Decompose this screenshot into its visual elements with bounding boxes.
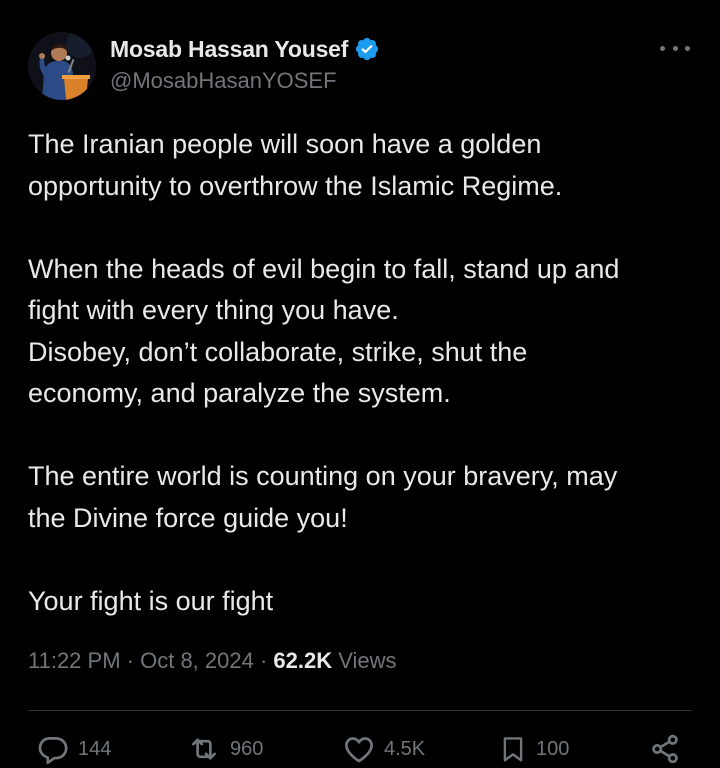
author-handle[interactable]: @MosabHasanYOSEF xyxy=(110,68,337,94)
repost-button[interactable]: 960 xyxy=(186,732,263,766)
tweet-meta: 11:22 PM · Oct 8, 2024 · 62.2K Views xyxy=(28,648,397,674)
tweet-detail: Mosab Hassan Yousef @MosabHasanYOSEF The… xyxy=(0,0,720,768)
author-avatar[interactable] xyxy=(28,32,96,100)
tweet-line: Disobey, don’t collaborate, strike, shut… xyxy=(28,336,528,367)
tweet-line: the Divine force guide you! xyxy=(28,502,348,533)
action-bar: 144 960 4.5K 100 xyxy=(0,728,720,768)
meta-separator: · xyxy=(253,648,274,673)
tweet-time[interactable]: 11:22 PM xyxy=(28,648,121,673)
meta-separator: · xyxy=(120,648,141,673)
tweet-text: The Iranian people will soon have a gold… xyxy=(28,124,698,622)
bookmark-icon xyxy=(503,737,523,762)
divider xyxy=(28,710,692,711)
share-icon xyxy=(652,734,678,764)
tweet-line: When the heads of evil begin to fall, st… xyxy=(28,253,620,284)
repost-icon xyxy=(192,738,216,760)
more-options-icon[interactable] xyxy=(660,34,690,62)
bookmark-count: 100 xyxy=(536,737,570,760)
reply-button[interactable]: 144 xyxy=(36,732,111,766)
verified-badge-icon[interactable] xyxy=(354,36,380,62)
tweet-line: economy, and paralyze the system. xyxy=(28,378,451,408)
tweet-date[interactable]: Oct 8, 2024 xyxy=(140,648,254,673)
share-button[interactable] xyxy=(648,732,682,766)
heart-icon xyxy=(345,737,373,763)
views-count[interactable]: 62.2K xyxy=(273,648,332,673)
views-label: Views xyxy=(332,648,397,673)
reply-icon xyxy=(38,737,68,765)
repost-count: 960 xyxy=(230,737,264,760)
reply-count: 144 xyxy=(78,737,112,760)
tweet-line: Your fight is our fight xyxy=(28,585,274,616)
like-count: 4.5K xyxy=(384,737,426,760)
bookmark-button[interactable]: 100 xyxy=(498,732,569,766)
speaker-at-podium-avatar-icon xyxy=(28,32,96,100)
tweet-line: The Iranian people will soon have a gold… xyxy=(28,129,542,159)
like-button[interactable]: 4.5K xyxy=(342,732,425,766)
tweet-line: opportunity to overthrow the Islamic Reg… xyxy=(28,170,563,201)
author-display-name[interactable]: Mosab Hassan Yousef xyxy=(110,36,348,63)
author-name-row: Mosab Hassan Yousef xyxy=(110,32,380,66)
tweet-line: fight with every thing you have. xyxy=(28,295,399,325)
tweet-line: The entire world is counting on your bra… xyxy=(28,461,618,491)
